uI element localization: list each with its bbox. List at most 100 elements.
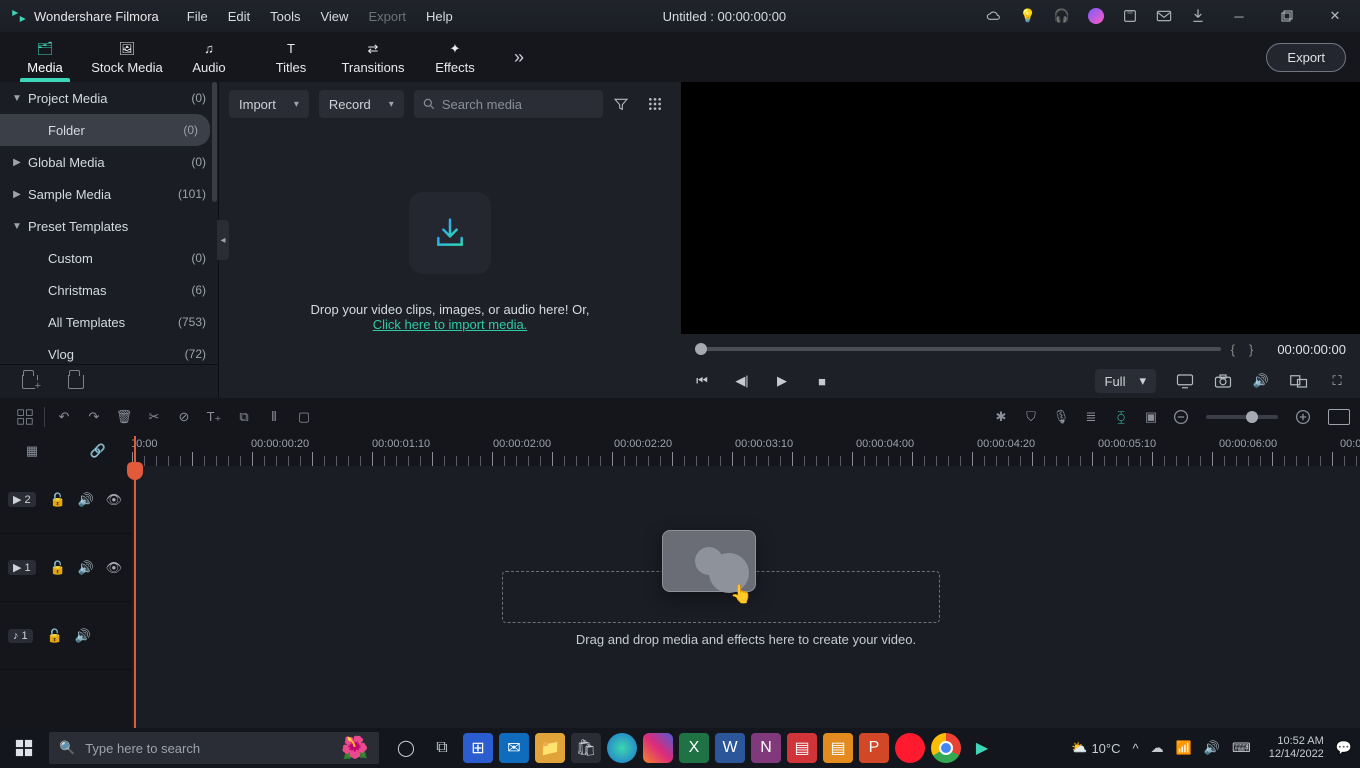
filter-icon[interactable]	[613, 96, 637, 112]
headset-icon[interactable]: 🎧	[1054, 8, 1070, 24]
profile-orb-icon[interactable]	[1088, 8, 1104, 24]
tab-transitions[interactable]: ⇄ Transitions	[332, 32, 414, 82]
media-drop-area[interactable]: Drop your video clips, images, or audio …	[219, 126, 681, 398]
lock-icon[interactable]: 🔓	[50, 560, 64, 576]
import-big-icon[interactable]	[409, 192, 491, 274]
language-icon[interactable]: ⌨	[1232, 740, 1251, 756]
menu-edit[interactable]: Edit	[218, 5, 260, 28]
volume-icon[interactable]: 🔊	[1252, 373, 1270, 389]
export-button[interactable]: Export	[1266, 43, 1346, 72]
import-dropdown[interactable]: Import ▾	[229, 90, 309, 118]
color-icon[interactable]: ▢	[289, 402, 319, 432]
tree-row-sample-media[interactable]: ▶ Sample Media (101)	[0, 178, 218, 210]
tab-media[interactable]: 🗂 Media	[4, 32, 86, 82]
task-view-icon[interactable]: ⧉	[427, 733, 457, 763]
auto-ripple-icon[interactable]: ▣	[1136, 402, 1166, 432]
volume-tray-icon[interactable]: 🔊	[1204, 740, 1220, 756]
lock-icon[interactable]: 🔓	[47, 628, 61, 644]
vol-icon[interactable]: 🔊	[78, 560, 92, 576]
text-tool-icon[interactable]: T₊	[199, 402, 229, 432]
mail-icon[interactable]	[1156, 8, 1172, 24]
tree-row-project-media[interactable]: ▼ Project Media (0)	[0, 82, 218, 114]
fullscreen-icon[interactable]: ⛶	[1328, 373, 1346, 389]
weather-widget[interactable]: ⛅10°C	[1071, 740, 1120, 756]
download-icon[interactable]	[1190, 8, 1206, 24]
mixer-icon[interactable]: ≣	[1076, 402, 1106, 432]
instagram-icon[interactable]	[643, 733, 673, 763]
voiceover-mic-icon[interactable]: 🎙	[1046, 402, 1076, 432]
notifications-icon[interactable]: 💬	[1336, 740, 1352, 756]
save-icon[interactable]	[1122, 8, 1138, 24]
undo-icon[interactable]: ↶	[49, 402, 79, 432]
import-media-link[interactable]: Click here to import media.	[373, 317, 528, 332]
edge-icon[interactable]	[607, 733, 637, 763]
tree-row-all-templates[interactable]: All Templates (753)	[0, 306, 218, 338]
eye-icon[interactable]: 👁	[106, 492, 120, 508]
speed-icon[interactable]: ⦀	[259, 402, 289, 432]
tab-titles[interactable]: T Titles	[250, 32, 332, 82]
tabs-overflow-button[interactable]: »	[502, 47, 536, 68]
excel-icon[interactable]: X	[679, 733, 709, 763]
tree-row-global-media[interactable]: ▶ Global Media (0)	[0, 146, 218, 178]
menu-view[interactable]: View	[310, 5, 358, 28]
vol-icon[interactable]: 🔊	[78, 492, 92, 508]
zoom-knob[interactable]	[1246, 411, 1258, 423]
store-icon[interactable]: 🛍	[571, 733, 601, 763]
vol-icon[interactable]: 🔊	[75, 628, 89, 644]
app-icon[interactable]: ▤	[787, 733, 817, 763]
layout-grid-icon[interactable]	[10, 402, 40, 432]
play-icon[interactable]: ▶	[775, 373, 789, 389]
magnet-snap-icon[interactable]: ⧲	[1106, 402, 1136, 432]
track-badge[interactable]: ♪1	[8, 629, 33, 643]
tab-stock-media[interactable]: 🖼 Stock Media	[86, 32, 168, 82]
powerpoint-icon[interactable]: P	[859, 733, 889, 763]
marker-shield-icon[interactable]: ⛉	[1016, 402, 1046, 432]
window-minimize-icon[interactable]: ─	[1224, 8, 1254, 24]
stop-icon[interactable]: ■	[815, 374, 829, 389]
eye-icon[interactable]: 👁	[106, 560, 120, 576]
window-maximize-icon[interactable]	[1272, 8, 1302, 24]
timeline-ruler[interactable]: 00:0000:00:00:2000:00:01:1000:00:02:0000…	[132, 436, 1360, 466]
redo-icon[interactable]: ↷	[79, 402, 109, 432]
app-icon[interactable]: ▤	[823, 733, 853, 763]
search-media-input[interactable]: Search media	[414, 90, 603, 118]
onedrive-icon[interactable]: ☁	[1151, 740, 1164, 756]
opera-icon[interactable]	[895, 733, 925, 763]
tree-row-custom[interactable]: Custom (0)	[0, 242, 218, 274]
new-folder-icon[interactable]	[22, 375, 38, 389]
collapse-left-panel-icon[interactable]: ◂	[217, 220, 229, 260]
tab-audio[interactable]: ♫ Audio	[168, 32, 250, 82]
word-icon[interactable]: W	[715, 733, 745, 763]
keyframe-icon[interactable]: ✱	[986, 402, 1016, 432]
track-badge[interactable]: ▶1	[8, 560, 36, 575]
disable-icon[interactable]: ⊘	[169, 402, 199, 432]
menu-tools[interactable]: Tools	[260, 5, 310, 28]
seek-knob[interactable]	[695, 343, 707, 355]
tree-row-vlog[interactable]: Vlog (72)	[0, 338, 218, 364]
lock-icon[interactable]: 🔓	[50, 492, 64, 508]
tray-chevron-icon[interactable]: ^	[1133, 741, 1139, 756]
multi-view-icon[interactable]	[1290, 373, 1308, 389]
tray-clock[interactable]: 10:52 AM 12/14/2022	[1269, 735, 1324, 761]
zoom-slider[interactable]	[1206, 415, 1278, 419]
zoom-fit-icon[interactable]	[1328, 409, 1350, 425]
playhead[interactable]	[134, 436, 136, 728]
wifi-icon[interactable]: 📶	[1176, 740, 1192, 756]
zoom-out-icon[interactable]	[1166, 402, 1196, 432]
cut-scissors-icon[interactable]: ✂	[139, 402, 169, 432]
preview-monitor-icon[interactable]	[1176, 373, 1194, 389]
mark-in-out-braces[interactable]: {}	[1231, 342, 1268, 357]
start-button[interactable]	[0, 728, 48, 768]
window-close-icon[interactable]: ✕	[1320, 8, 1350, 24]
lightbulb-icon[interactable]: 💡	[1020, 8, 1036, 24]
zoom-in-icon[interactable]	[1288, 402, 1318, 432]
menu-export[interactable]: Export	[358, 5, 416, 28]
explorer-icon[interactable]: 📁	[535, 733, 565, 763]
tree-row-christmas[interactable]: Christmas (6)	[0, 274, 218, 306]
crop-icon[interactable]: ⧉	[229, 402, 259, 432]
folder-icon[interactable]	[68, 375, 84, 389]
tab-effects[interactable]: ✦ Effects	[414, 32, 496, 82]
preview-quality-dropdown[interactable]: Full ▾	[1095, 369, 1156, 393]
timeline-link-icon[interactable]: 🔗	[90, 443, 106, 459]
onenote-icon[interactable]: N	[751, 733, 781, 763]
